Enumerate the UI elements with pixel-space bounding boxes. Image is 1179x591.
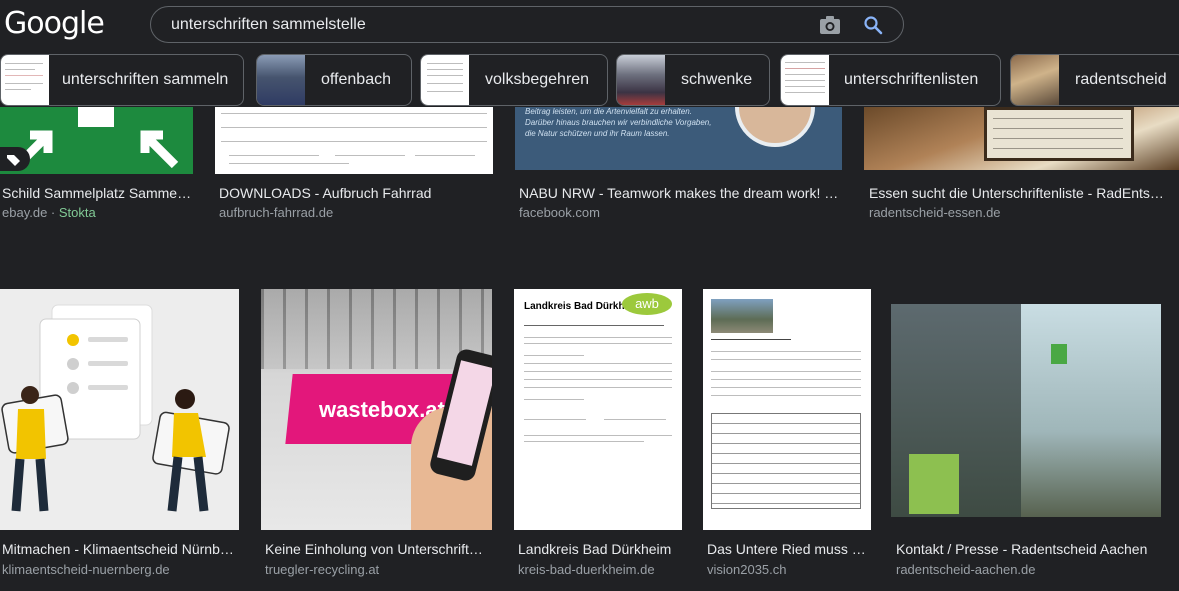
result-title[interactable]: Essen sucht die Unterschriftenliste - Ra… [869,185,1169,201]
result-title[interactable]: Schild Sammelplatz Sammels... [2,185,192,201]
result-card[interactable]: DOWNLOADS - Aufbruch Fahrrad aufbruch-fa… [215,107,493,227]
image-text: Darüber hinaus brauchen wir verbindliche… [525,118,712,127]
result-source: aufbruch-fahrrad.de [219,205,334,220]
related-searches-bar: unterschriften sammeln offenbach volksbe… [0,53,1179,107]
result-card[interactable]: Das Untere Ried muss er... vision2035.ch [703,289,871,579]
result-card[interactable]: Mitmachen - Klimaentscheid Nürnberg klim… [0,289,239,579]
product-badge: Stokta [58,205,96,220]
chip-thumbnail [421,55,469,105]
chip-unterschriftenlisten[interactable]: unterschriftenlisten [780,54,1001,106]
tag-icon [0,147,30,171]
result-image[interactable]: Landkreis Bad Dürkheim awb [514,289,682,530]
result-source: ebay.de · Stokta [2,205,96,220]
result-source: facebook.com [519,205,600,220]
result-title[interactable]: Keine Einholung von Unterschriften... [265,541,487,557]
image-text: Beitrag leisten, um die Artenvielfalt zu… [525,107,692,116]
document-on-board [984,107,1134,161]
result-title[interactable]: Das Untere Ried muss er... [707,541,869,557]
chip-thumbnail [617,55,665,105]
result-image[interactable]: Beitrag leisten, um die Artenvielfalt zu… [515,107,842,170]
illustration [1,304,230,512]
document-photo [711,299,773,333]
result-card[interactable]: wastebox.at Keine Einholung von Untersch… [261,289,492,579]
chip-thumbnail [781,55,829,105]
chip-thumbnail [1011,55,1059,105]
result-image[interactable]: wastebox.at [261,289,492,530]
chip-label: unterschriftenlisten [844,71,979,88]
poster [909,454,959,514]
result-title[interactable]: Mitmachen - Klimaentscheid Nürnberg [2,541,238,557]
image-text: die Natur schützen und ihr Raum lassen. [525,129,670,138]
chip-schwenke[interactable]: schwenke [616,54,770,106]
portrait [735,107,815,147]
result-source: kreis-bad-duerkheim.de [518,562,655,577]
chip-unterschriften-sammeln[interactable]: unterschriften sammeln [0,54,244,106]
result-image[interactable] [864,107,1179,170]
chip-label: volksbegehren [485,71,590,88]
chip-label: schwenke [681,71,753,88]
result-source: radentscheid-essen.de [869,205,1001,220]
result-card[interactable]: Schild Sammelplatz Sammels... ebay.de · … [0,107,193,227]
chip-offenbach[interactable]: offenbach [256,54,412,106]
result-image[interactable] [0,289,239,530]
chip-label: unterschriften sammeln [62,71,229,88]
chip-label: offenbach [321,71,391,88]
result-image[interactable] [215,107,493,174]
source-separator: · [47,205,59,220]
result-source: vision2035.ch [707,562,787,577]
result-title[interactable]: Landkreis Bad Dürkheim [518,541,682,557]
chip-thumbnail [1,55,49,105]
result-image[interactable] [0,107,193,174]
result-source: radentscheid-aachen.de [896,562,1036,577]
chip-volksbegehren[interactable]: volksbegehren [420,54,608,106]
sign [1051,344,1067,364]
result-card[interactable]: Kontakt / Presse - Radentscheid Aachen r… [891,289,1161,579]
chip-label: radentscheid [1075,71,1167,88]
image-results-grid: Schild Sammelplatz Sammels... ebay.de · … [0,107,1179,591]
top-bar: Google [0,0,1179,50]
result-source: klimaentscheid-nuernberg.de [2,562,170,577]
search-icon[interactable] [863,15,883,35]
chip-thumbnail [257,55,305,105]
result-title[interactable]: DOWNLOADS - Aufbruch Fahrrad [219,185,489,201]
result-image[interactable] [703,289,871,530]
result-title[interactable]: NABU NRW - Teamwork makes the dream work… [519,185,839,202]
camera-icon[interactable] [819,15,841,35]
storefront-window [1021,304,1161,517]
result-card[interactable]: Landkreis Bad Dürkheim awb Landkreis Bad… [514,289,682,579]
result-title[interactable]: Kontakt / Presse - Radentscheid Aachen [896,541,1158,557]
awb-logo: awb [622,293,672,315]
google-logo[interactable]: Google [4,6,105,41]
signature-table [711,413,861,509]
result-card[interactable]: Essen sucht die Unterschriftenliste - Ra… [864,107,1179,227]
search-input[interactable] [171,14,791,36]
chip-radentscheid[interactable]: radentscheid [1010,54,1179,106]
search-box[interactable] [150,6,904,43]
result-source: truegler-recycling.at [265,562,380,577]
result-image[interactable] [891,304,1161,517]
result-card[interactable]: Beitrag leisten, um die Artenvielfalt zu… [515,107,842,227]
source-domain: ebay.de [2,205,48,220]
